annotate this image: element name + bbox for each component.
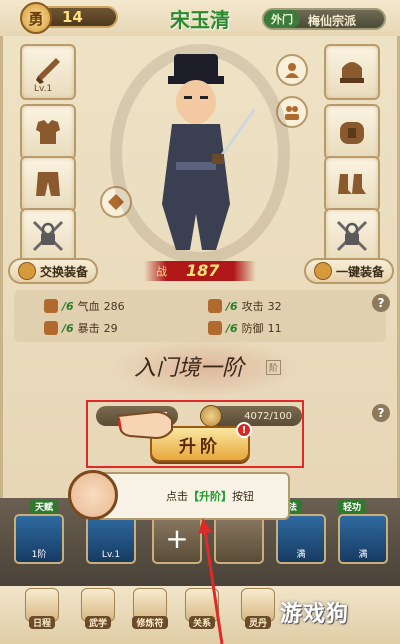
nav-martial[interactable]: 武学 bbox=[76, 588, 120, 640]
skill-meditate[interactable]: 满 bbox=[276, 514, 326, 564]
stat-crit: /6 暴击 29 bbox=[44, 320, 118, 336]
tooltip-highlight: 【升阶】 bbox=[188, 490, 232, 503]
skill-locked bbox=[214, 514, 264, 564]
upgrade-alert-badge: ! bbox=[236, 422, 252, 438]
stat-label: 攻击 bbox=[241, 300, 264, 313]
meditate-icon: 满 bbox=[296, 550, 306, 560]
lock-icon bbox=[32, 220, 64, 252]
swap-equipment-button[interactable]: 交换装备 bbox=[8, 258, 99, 284]
nav-label: 灵丹 bbox=[244, 616, 271, 629]
nav-elixir[interactable]: 灵丹 bbox=[236, 588, 280, 640]
skill-sword[interactable]: Lv.1 bbox=[86, 514, 136, 564]
belt-icon bbox=[340, 122, 364, 144]
nav-label: 关系 bbox=[188, 616, 215, 629]
belt-slot[interactable] bbox=[324, 104, 380, 160]
helmet-slot[interactable] bbox=[324, 44, 380, 100]
talent-tag: 天赋 bbox=[30, 500, 59, 514]
sect-tag: 外门 bbox=[264, 10, 300, 28]
weapon-slot[interactable]: Lv.1 bbox=[20, 44, 76, 100]
power-label: 战 bbox=[156, 265, 167, 278]
realm-tag: 阶 bbox=[266, 360, 282, 375]
stat-label: 防御 bbox=[241, 322, 264, 335]
boots-icon bbox=[338, 174, 366, 194]
boots-slot[interactable] bbox=[324, 156, 380, 212]
tooltip-prefix: 点击 bbox=[166, 490, 188, 503]
guide-avatar bbox=[68, 470, 118, 520]
swap-equipment-label: 交换装备 bbox=[40, 264, 89, 279]
pointing-hand-icon bbox=[116, 410, 173, 440]
fashion-icon bbox=[285, 63, 299, 78]
stat-hp: /6 气血 286 bbox=[44, 298, 125, 314]
equip-icon bbox=[314, 262, 332, 280]
realm-title: 入门境一阶 bbox=[134, 356, 245, 381]
defense-icon bbox=[208, 321, 222, 335]
fashion-button[interactable] bbox=[276, 54, 308, 86]
pants-slot[interactable] bbox=[20, 156, 76, 212]
combat-power-value: 187 bbox=[186, 261, 220, 280]
skill-leap[interactable]: 满 bbox=[338, 514, 388, 564]
stat-growth: /6 bbox=[62, 299, 74, 313]
stat-attack: /6 攻击 32 bbox=[208, 298, 282, 314]
swap-icon bbox=[18, 262, 36, 280]
runner-icon: 1阶 bbox=[31, 550, 47, 560]
stat-growth: /6 bbox=[226, 321, 238, 335]
watermark: 游戏狗 bbox=[280, 602, 350, 627]
nav-label: 日程 bbox=[28, 616, 55, 629]
stat-growth: /6 bbox=[62, 321, 74, 335]
armor-icon bbox=[36, 120, 60, 144]
realm-help-button[interactable]: ? bbox=[372, 404, 390, 422]
leap-icon: 满 bbox=[358, 550, 368, 560]
stat-growth: /6 bbox=[226, 299, 238, 313]
stat-defense: /6 防御 11 bbox=[208, 320, 282, 336]
crit-icon bbox=[44, 321, 58, 335]
sword-skill-icon: Lv.1 bbox=[101, 550, 121, 560]
one-click-equip-label: 一键装备 bbox=[336, 264, 385, 279]
plus-icon: + bbox=[165, 521, 189, 555]
skill-add[interactable]: + bbox=[152, 514, 202, 564]
one-click-equip-button[interactable]: 一键装备 bbox=[304, 258, 395, 284]
skill-talent[interactable]: 1阶 bbox=[14, 514, 64, 564]
lock-icon bbox=[336, 220, 368, 252]
pants-icon bbox=[36, 172, 60, 196]
stat-label: 气血 bbox=[77, 300, 100, 313]
nav-cultivate[interactable]: 修炼符 bbox=[128, 588, 172, 640]
weapon-level: Lv.1 bbox=[34, 84, 53, 94]
attack-icon bbox=[208, 299, 222, 313]
helmet-icon bbox=[340, 62, 364, 83]
stat-value: 32 bbox=[267, 299, 282, 313]
stat-label: 暴击 bbox=[77, 322, 100, 335]
tutorial-tooltip: 点击 【升阶】 按钮 bbox=[96, 472, 290, 520]
stat-value: 11 bbox=[267, 321, 282, 335]
character-figure bbox=[162, 54, 256, 250]
nav-label: 武学 bbox=[84, 616, 111, 629]
stat-value: 286 bbox=[103, 299, 125, 313]
stats-help-button[interactable]: ? bbox=[372, 294, 390, 312]
sect-name: 梅仙宗派 bbox=[308, 14, 357, 28]
stat-value: 29 bbox=[103, 321, 118, 335]
armor-slot[interactable] bbox=[20, 104, 76, 160]
nav-relation[interactable]: 关系 bbox=[180, 588, 224, 640]
locked-slot-right bbox=[324, 208, 380, 264]
tooltip-suffix: 按钮 bbox=[232, 490, 254, 503]
nav-label: 修炼符 bbox=[132, 616, 168, 629]
qi-icon bbox=[44, 299, 58, 313]
lightness-tag: 轻功 bbox=[338, 500, 367, 514]
nav-schedule[interactable]: 日程 bbox=[20, 588, 64, 640]
locked-slot-left bbox=[20, 208, 76, 264]
